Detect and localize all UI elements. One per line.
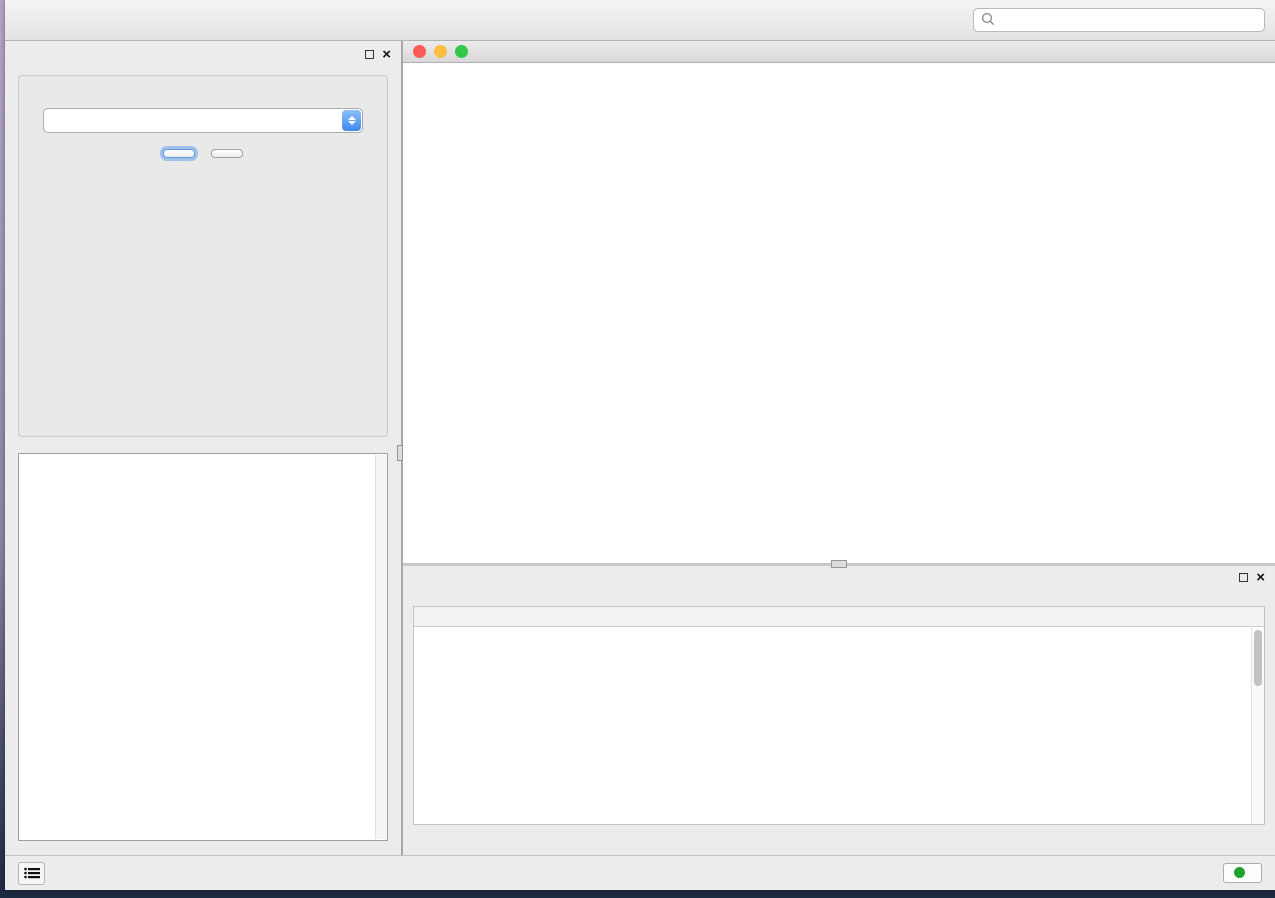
memory-button[interactable] (1223, 863, 1262, 883)
network-search-box[interactable] (973, 8, 1265, 32)
run-mcds-button[interactable] (163, 149, 195, 158)
network-window (403, 41, 1275, 563)
mcds-options-box (18, 75, 388, 437)
float-panel-icon[interactable] (365, 50, 374, 59)
table-scrollbar-thumb[interactable] (1254, 630, 1262, 686)
main-toolbar (5, 0, 1275, 41)
dropdown-stepper-icon (342, 110, 361, 131)
vertical-split-handle[interactable] (397, 445, 403, 461)
close-table-panel-icon[interactable]: × (1256, 572, 1265, 583)
memory-status-icon (1234, 867, 1245, 878)
network-canvas[interactable] (403, 63, 1275, 563)
result-scrollbar[interactable] (375, 455, 387, 839)
node-table (413, 606, 1265, 825)
cytoscape-window: × (5, 0, 1275, 890)
close-panel-icon[interactable]: × (382, 49, 391, 60)
search-icon (981, 12, 995, 29)
maximize-window-button[interactable] (455, 45, 468, 58)
mcds-result-list[interactable] (19, 454, 387, 463)
control-panel: × (5, 41, 403, 855)
close-window-button[interactable] (413, 45, 426, 58)
horizontal-split-handle[interactable] (831, 560, 847, 568)
status-bar (5, 855, 1275, 890)
list-icon (24, 867, 40, 879)
table-toolbar (403, 587, 1275, 606)
desktop: × (0, 0, 1275, 898)
minimize-window-button[interactable] (434, 45, 447, 58)
criterion-dropdown[interactable] (43, 108, 363, 133)
table-panel: × (403, 566, 1275, 855)
float-table-panel-icon[interactable] (1239, 573, 1248, 582)
panel-menu-button[interactable] (18, 862, 45, 885)
network-titlebar[interactable] (403, 41, 1275, 63)
close-panel-button[interactable] (211, 149, 243, 158)
table-scrollbar[interactable] (1251, 628, 1264, 824)
horizontal-split-divider[interactable] (403, 563, 1275, 566)
mcds-result-box (18, 453, 388, 841)
search-input[interactable] (1000, 13, 1257, 27)
